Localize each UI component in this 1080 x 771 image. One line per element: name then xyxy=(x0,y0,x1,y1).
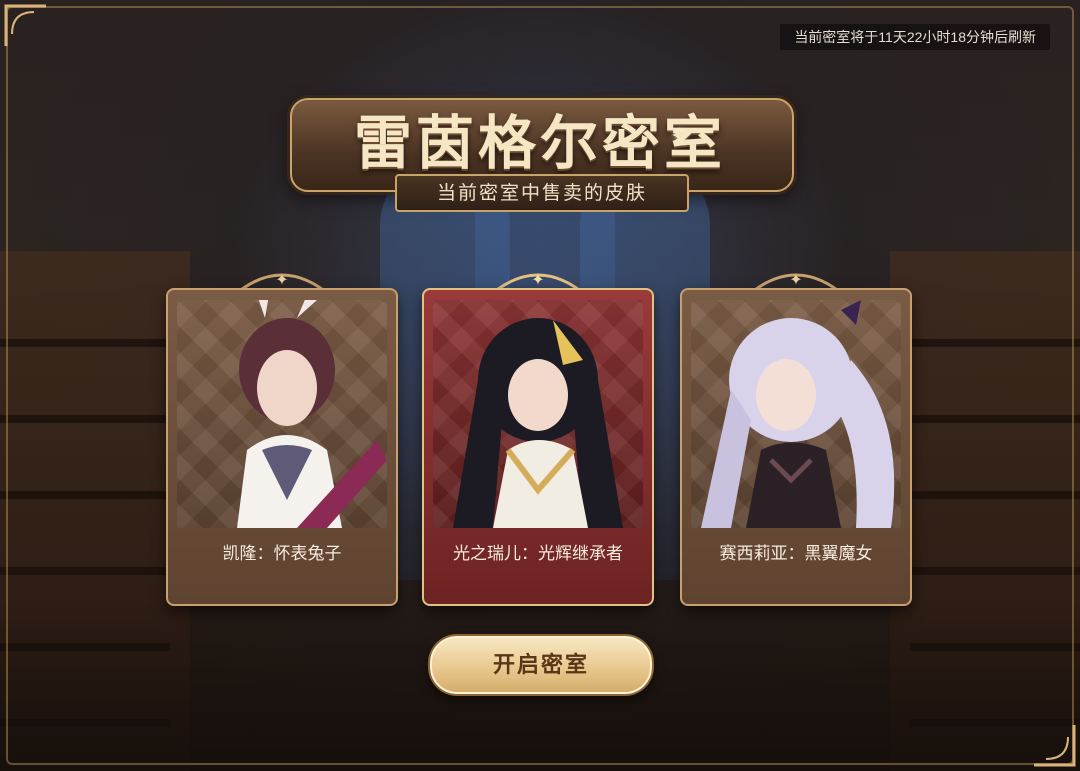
character-illustration xyxy=(237,300,387,528)
svg-text:✦: ✦ xyxy=(275,270,288,289)
skin-card-body: 凯隆：怀表兔子 xyxy=(166,288,398,606)
skin-card-1[interactable]: ✦ 凯隆：怀表兔子 xyxy=(166,270,398,606)
page-subtitle: 当前密室中售卖的皮肤 xyxy=(395,174,689,212)
skin-name: 凯隆：怀表兔子 xyxy=(222,544,342,564)
corner-ornament-icon xyxy=(1032,723,1076,767)
skin-card-body: 光之瑞儿：光辉继承者 xyxy=(422,288,654,606)
character-portrait xyxy=(433,300,643,528)
character-portrait xyxy=(177,300,387,528)
open-chamber-button[interactable]: 开启密室 xyxy=(430,636,652,694)
character-illustration xyxy=(453,318,623,528)
svg-text:✦: ✦ xyxy=(531,270,544,289)
character-portrait xyxy=(691,300,901,528)
skin-card-3[interactable]: ✦ 赛西莉亚：黑翼魔女 xyxy=(680,270,912,606)
skin-name: 光之瑞儿：光辉继承者 xyxy=(453,544,623,564)
skin-card-2-featured[interactable]: ✦ 光之瑞儿：光辉继承者 xyxy=(422,270,654,606)
skin-card-body: 赛西莉亚：黑翼魔女 xyxy=(680,288,912,606)
svg-text:✦: ✦ xyxy=(789,270,802,289)
skin-name: 赛西莉亚：黑翼魔女 xyxy=(719,544,873,564)
refresh-timer: 当前密室将于11天22小时18分钟后刷新 xyxy=(780,24,1050,50)
sparkle-icon: ✦ xyxy=(670,124,689,149)
corner-ornament-icon xyxy=(4,4,48,48)
character-illustration xyxy=(701,300,895,528)
title-banner: 雷茵格尔密室 ✦ 当前密室中售卖的皮肤 xyxy=(290,90,794,215)
